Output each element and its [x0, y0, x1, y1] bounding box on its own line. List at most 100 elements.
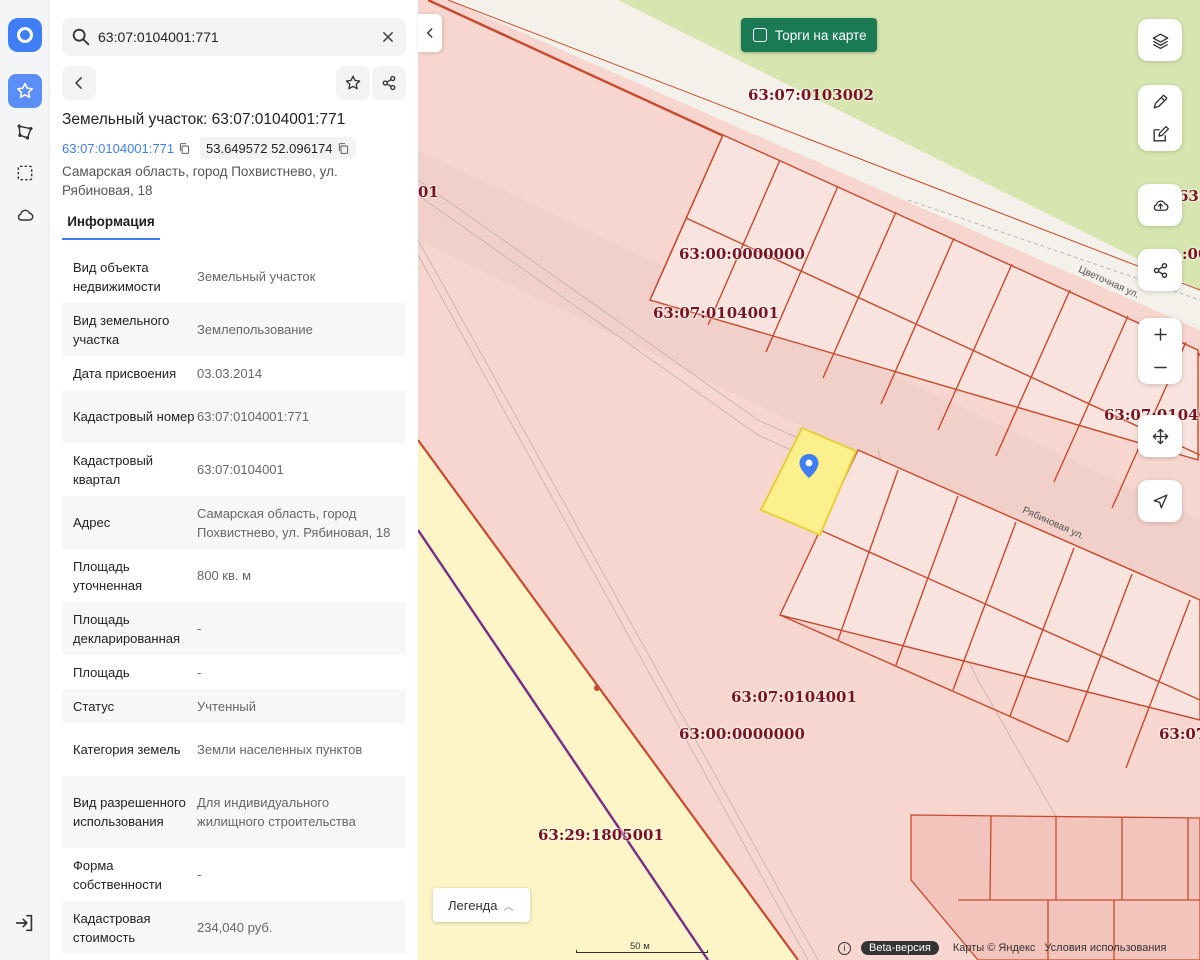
geolocation-control[interactable]	[1138, 480, 1182, 522]
search-input[interactable]	[98, 24, 378, 50]
attribution-text[interactable]: Карты © Яндекс	[953, 942, 1036, 954]
cadastral-map-layer	[418, 0, 1200, 960]
info-row: Форма собственности -	[62, 848, 406, 901]
geolocation-button[interactable]	[1138, 480, 1182, 522]
edit-icon	[1152, 125, 1169, 142]
map-view[interactable]: 63:07:0103002 63:00:0000000 63:07:010400…	[418, 0, 1200, 960]
star-icon	[16, 82, 34, 99]
info-row-value: 234,040 руб.	[197, 920, 273, 935]
back-button[interactable]	[62, 66, 96, 100]
favorites-rail-button[interactable]	[8, 74, 42, 108]
layers-button[interactable]	[1138, 19, 1182, 61]
info-row-value: Учтенный	[197, 698, 257, 714]
search-box	[62, 18, 406, 56]
polygon-tool-rail-button[interactable]	[8, 115, 42, 149]
info-row-value: Земельный участок	[197, 269, 316, 284]
chevron-left-icon	[426, 28, 433, 38]
info-row-value: 63:07:0104001:771	[197, 409, 310, 424]
drawing-controls	[1138, 85, 1182, 151]
legend-label: Легенда	[448, 897, 498, 913]
search-icon	[72, 28, 90, 46]
info-row-key: Площадь декларированная	[73, 611, 181, 646]
map-label: 63:00:0000000	[679, 245, 805, 263]
map-label: 63:29:1805001	[538, 826, 664, 844]
zoom-out-button[interactable]	[1138, 351, 1182, 384]
info-row: Вид объекта недвижимости Земельный участо…	[62, 250, 406, 303]
cloud-rail-button[interactable]	[8, 198, 42, 232]
map-label: 63:07:0103002	[748, 86, 874, 104]
map-label: 63:07	[1159, 725, 1200, 743]
polygon-icon	[17, 124, 33, 140]
info-row: Площадь уточненная 800 кв. м	[62, 549, 406, 602]
parcel-address: Самарская область, город Похвистнево, ул…	[62, 164, 338, 198]
info-row: Кадастровая стоимость 234,040 руб.	[62, 901, 406, 954]
minus-icon	[1153, 366, 1167, 369]
info-row-key: Вид земельного участка	[73, 312, 170, 347]
upload-button[interactable]	[1138, 184, 1182, 226]
copy-icon[interactable]	[178, 142, 191, 155]
share-button[interactable]	[372, 66, 406, 100]
share-map-control[interactable]	[1138, 249, 1182, 291]
info-row-key: Площадь уточненная	[73, 558, 143, 593]
app-logo[interactable]	[8, 18, 42, 52]
info-row-value: Землепользование	[197, 322, 313, 337]
scale-bar	[576, 950, 708, 953]
pan-control[interactable]	[1138, 415, 1182, 457]
info-row-value: 63:07:0104001	[197, 462, 284, 477]
info-row-key: Адрес	[73, 515, 111, 530]
location-pin-icon[interactable]	[798, 453, 820, 479]
collapse-panel-button[interactable]	[418, 14, 442, 52]
pencil-ruler-icon	[1152, 94, 1168, 109]
info-table: Вид объекта недвижимости Земельный участо…	[62, 250, 406, 954]
info-row: Вид разрешенного использования Для индиви…	[62, 776, 406, 848]
plus-icon	[1153, 328, 1167, 341]
map-label: 63:07:0104001	[731, 688, 857, 706]
dashed-square-icon	[17, 165, 33, 181]
coordinates-chip[interactable]: 53.649572 52.096174	[200, 137, 356, 159]
info-row-value: Для индивидуального жилищного строительс…	[197, 795, 356, 829]
terms-link[interactable]: Условия использования	[1044, 942, 1166, 954]
auctions-label: Торги на карте	[775, 27, 867, 43]
info-row-key: Категория земель	[73, 742, 181, 757]
logout-icon[interactable]	[14, 912, 36, 934]
info-row: Статус Учтенный	[62, 689, 406, 723]
navigation-arrow-icon	[1152, 493, 1168, 509]
auctions-toggle-button[interactable]: Торги на карте	[741, 18, 877, 52]
cadastral-number-link[interactable]: 63:07:0104001:771	[62, 137, 191, 159]
info-row-value: -	[197, 867, 202, 882]
coordinates-text: 53.649572 52.096174	[206, 140, 333, 156]
info-row-key: Дата присвоения	[73, 365, 177, 381]
select-area-rail-button[interactable]	[8, 156, 42, 190]
share-map-button[interactable]	[1138, 249, 1182, 291]
move-arrows-icon	[1152, 428, 1168, 444]
info-row-key: Форма собственности	[73, 857, 162, 892]
layers-control[interactable]	[1138, 19, 1182, 61]
cloud-icon	[17, 209, 34, 221]
info-row: Категория земель Земли населенных пунктов	[62, 723, 406, 776]
clear-search-icon[interactable]	[378, 27, 398, 47]
share-icon	[382, 75, 396, 91]
info-row-key: Кадастровый квартал	[73, 452, 154, 487]
info-row: Площадь -	[62, 655, 406, 689]
info-row-value: -	[197, 664, 202, 680]
map-label: :00	[1182, 245, 1200, 263]
copy-icon[interactable]	[337, 142, 350, 155]
ruler-button[interactable]	[1138, 85, 1182, 118]
share-icon	[1153, 262, 1167, 278]
zoom-in-button[interactable]	[1138, 318, 1182, 351]
tab-information[interactable]: Информация	[62, 204, 160, 240]
map-scale: 50 м	[576, 941, 708, 953]
info-row-key: Площадь	[73, 664, 130, 680]
edit-button[interactable]	[1138, 118, 1182, 151]
auctions-checkbox[interactable]	[753, 28, 767, 42]
info-row: Кадастровый квартал 63:07:0104001	[62, 443, 406, 496]
upload-control[interactable]	[1138, 184, 1182, 226]
info-icon[interactable]: i	[838, 941, 851, 955]
pan-button[interactable]	[1138, 415, 1182, 457]
favorite-button[interactable]	[336, 66, 370, 100]
legend-button[interactable]: Легенда ︿	[433, 888, 530, 922]
info-row-key: Кадастровый номер	[73, 409, 195, 424]
star-icon	[345, 75, 361, 90]
zoom-control	[1138, 318, 1182, 384]
left-rail	[0, 0, 50, 960]
